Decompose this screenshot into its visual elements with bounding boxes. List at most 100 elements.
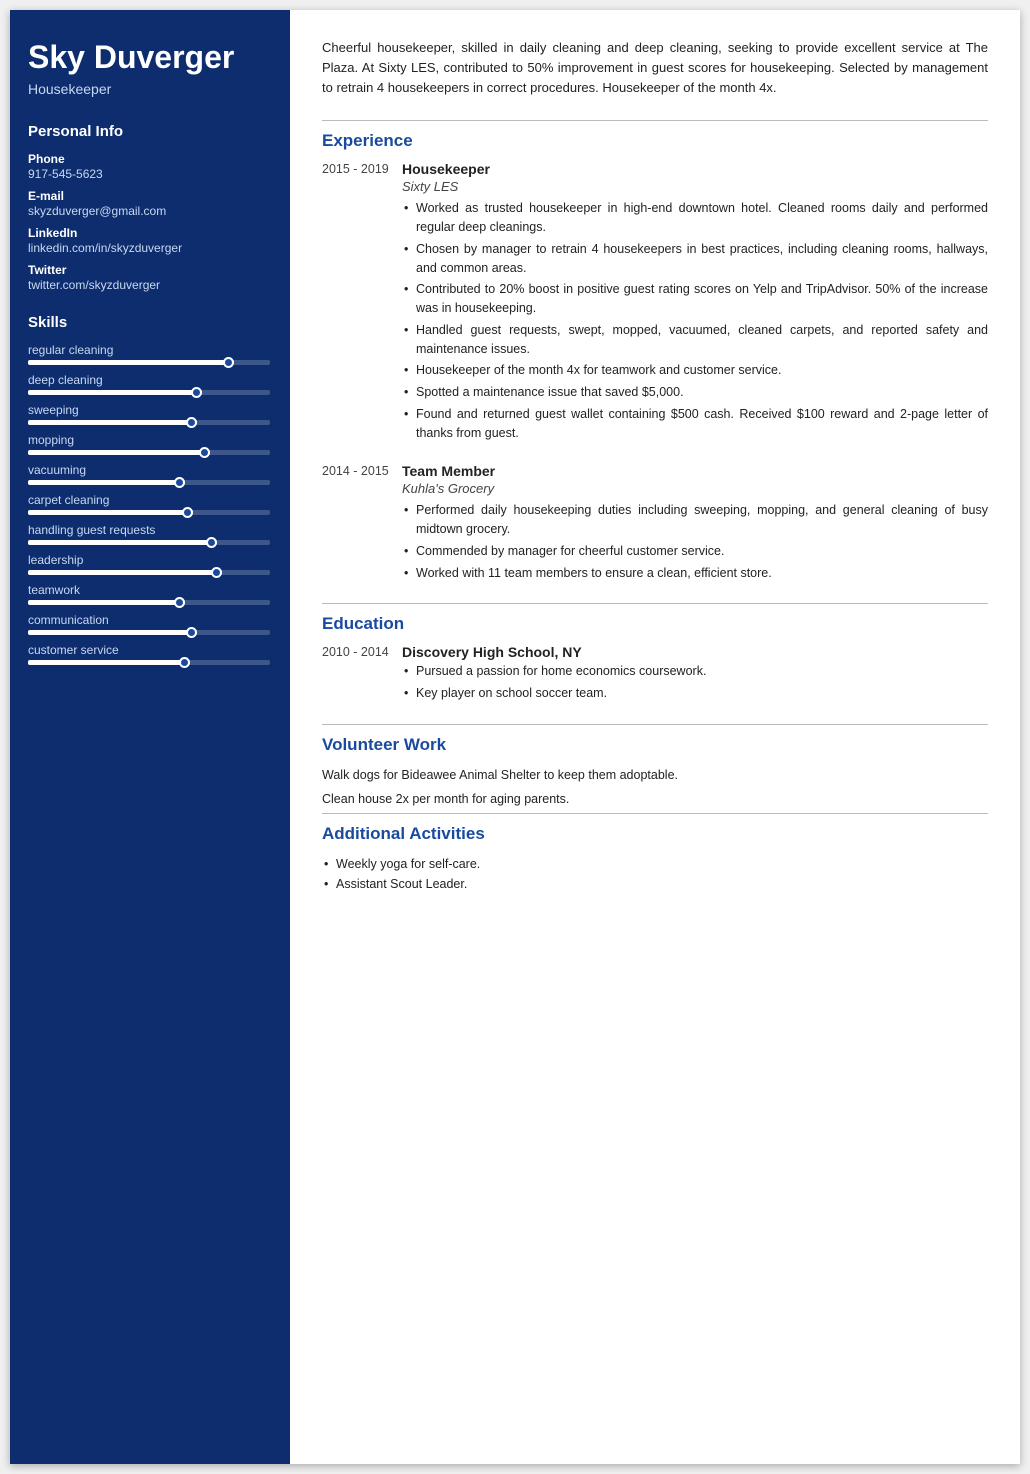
edu-content: Discovery High School, NY Pursued a pass… <box>402 644 988 706</box>
skill-name: carpet cleaning <box>28 493 270 507</box>
phone-label: Phone <box>28 152 270 166</box>
bullet-item: Handled guest requests, swept, mopped, v… <box>402 321 988 359</box>
skills-header: Skills <box>28 314 270 331</box>
skill-bar-fill <box>28 600 185 605</box>
experience-divider <box>322 120 988 121</box>
experience-section-title: Experience <box>322 131 988 151</box>
skill-name: customer service <box>28 643 270 657</box>
job-title: Housekeeper <box>402 161 988 177</box>
additional-section-title: Additional Activities <box>322 824 988 844</box>
skill-bar-fill <box>28 390 202 395</box>
job-company: Sixty LES <box>402 179 988 194</box>
skill-bar-dot <box>186 627 197 638</box>
skill-bar-dot <box>179 657 190 668</box>
skill-bar-dot <box>199 447 210 458</box>
skill-item: sweeping <box>28 403 270 425</box>
skill-bar-fill <box>28 420 197 425</box>
skill-bar-bg <box>28 600 270 605</box>
skill-item: mopping <box>28 433 270 455</box>
phone-value: 917-545-5623 <box>28 167 270 181</box>
jobs-list: 2015 - 2019 Housekeeper Sixty LES Worked… <box>322 161 988 585</box>
skill-bar-bg <box>28 450 270 455</box>
job-company: Kuhla's Grocery <box>402 481 988 496</box>
skill-bar-bg <box>28 480 270 485</box>
skill-name: communication <box>28 613 270 627</box>
candidate-name: Sky Duverger <box>28 40 270 75</box>
volunteer-item: Walk dogs for Bideawee Animal Shelter to… <box>322 765 988 785</box>
volunteer-item: Clean house 2x per month for aging paren… <box>322 789 988 809</box>
candidate-title: Housekeeper <box>28 81 270 97</box>
additional-divider <box>322 813 988 814</box>
job-date: 2015 - 2019 <box>322 161 402 445</box>
skill-bar-fill <box>28 570 222 575</box>
twitter-label: Twitter <box>28 263 270 277</box>
skill-bar-bg <box>28 360 270 365</box>
skill-item: vacuuming <box>28 463 270 485</box>
skill-bar-dot <box>174 477 185 488</box>
edu-bullets: Pursued a passion for home economics cou… <box>402 662 988 703</box>
skill-bar-fill <box>28 360 234 365</box>
skill-item: leadership <box>28 553 270 575</box>
job-bullets: Worked as trusted housekeeper in high-en… <box>402 199 988 442</box>
skill-name: vacuuming <box>28 463 270 477</box>
edu-school: Discovery High School, NY <box>402 644 988 660</box>
skill-name: deep cleaning <box>28 373 270 387</box>
skill-bar-dot <box>206 537 217 548</box>
personal-info-header: Personal Info <box>28 123 270 140</box>
skill-bar-bg <box>28 420 270 425</box>
bullet-item: Contributed to 20% boost in positive gue… <box>402 280 988 318</box>
sidebar: Sky Duverger Housekeeper Personal Info P… <box>10 10 290 1464</box>
skill-bar-dot <box>174 597 185 608</box>
skill-bar-fill <box>28 450 210 455</box>
skill-bar-fill <box>28 660 190 665</box>
bullet-item: Key player on school soccer team. <box>402 684 988 703</box>
skill-item: teamwork <box>28 583 270 605</box>
skill-bar-fill <box>28 630 197 635</box>
main-content: Cheerful housekeeper, skilled in daily c… <box>290 10 1020 1464</box>
skill-bar-fill <box>28 510 193 515</box>
edu-date: 2010 - 2014 <box>322 644 402 706</box>
skill-bar-fill <box>28 480 185 485</box>
skill-item: handling guest requests <box>28 523 270 545</box>
skills-section: Skills regular cleaning deep cleaning sw… <box>28 314 270 665</box>
volunteer-section-title: Volunteer Work <box>322 735 988 755</box>
skill-bar-bg <box>28 570 270 575</box>
job-bullets: Performed daily housekeeping duties incl… <box>402 501 988 582</box>
volunteer-list: Walk dogs for Bideawee Animal Shelter to… <box>322 765 988 809</box>
skill-bar-dot <box>186 417 197 428</box>
education-list: 2010 - 2014 Discovery High School, NY Pu… <box>322 644 988 706</box>
bullet-item: Performed daily housekeeping duties incl… <box>402 501 988 539</box>
skill-item: carpet cleaning <box>28 493 270 515</box>
education-entry: 2010 - 2014 Discovery High School, NY Pu… <box>322 644 988 706</box>
job-entry: 2015 - 2019 Housekeeper Sixty LES Worked… <box>322 161 988 445</box>
skill-bar-fill <box>28 540 217 545</box>
education-divider <box>322 603 988 604</box>
skill-bar-dot <box>211 567 222 578</box>
skill-name: handling guest requests <box>28 523 270 537</box>
skill-bar-dot <box>223 357 234 368</box>
twitter-value: twitter.com/skyzduverger <box>28 278 270 292</box>
email-label: E-mail <box>28 189 270 203</box>
skill-bar-bg <box>28 540 270 545</box>
skill-bar-dot <box>191 387 202 398</box>
skill-bar-bg <box>28 390 270 395</box>
linkedin-value: linkedin.com/in/skyzduverger <box>28 241 270 255</box>
bullet-item: Commended by manager for cheerful custom… <box>402 542 988 561</box>
education-section-title: Education <box>322 614 988 634</box>
job-content: Housekeeper Sixty LES Worked as trusted … <box>402 161 988 445</box>
bullet-item: Housekeeper of the month 4x for teamwork… <box>402 361 988 380</box>
additional-list: Weekly yoga for self-care.Assistant Scou… <box>322 854 988 894</box>
skill-name: regular cleaning <box>28 343 270 357</box>
skill-bar-bg <box>28 630 270 635</box>
additional-item: Assistant Scout Leader. <box>322 874 988 894</box>
additional-bullets-list: Weekly yoga for self-care.Assistant Scou… <box>322 854 988 894</box>
skill-item: customer service <box>28 643 270 665</box>
personal-info-section: Personal Info Phone 917-545-5623 E-mail … <box>28 123 270 292</box>
skill-bar-dot <box>182 507 193 518</box>
skill-name: sweeping <box>28 403 270 417</box>
skill-item: deep cleaning <box>28 373 270 395</box>
resume-container: Sky Duverger Housekeeper Personal Info P… <box>10 10 1020 1464</box>
bullet-item: Worked with 11 team members to ensure a … <box>402 564 988 583</box>
additional-item: Weekly yoga for self-care. <box>322 854 988 874</box>
bullet-item: Worked as trusted housekeeper in high-en… <box>402 199 988 237</box>
